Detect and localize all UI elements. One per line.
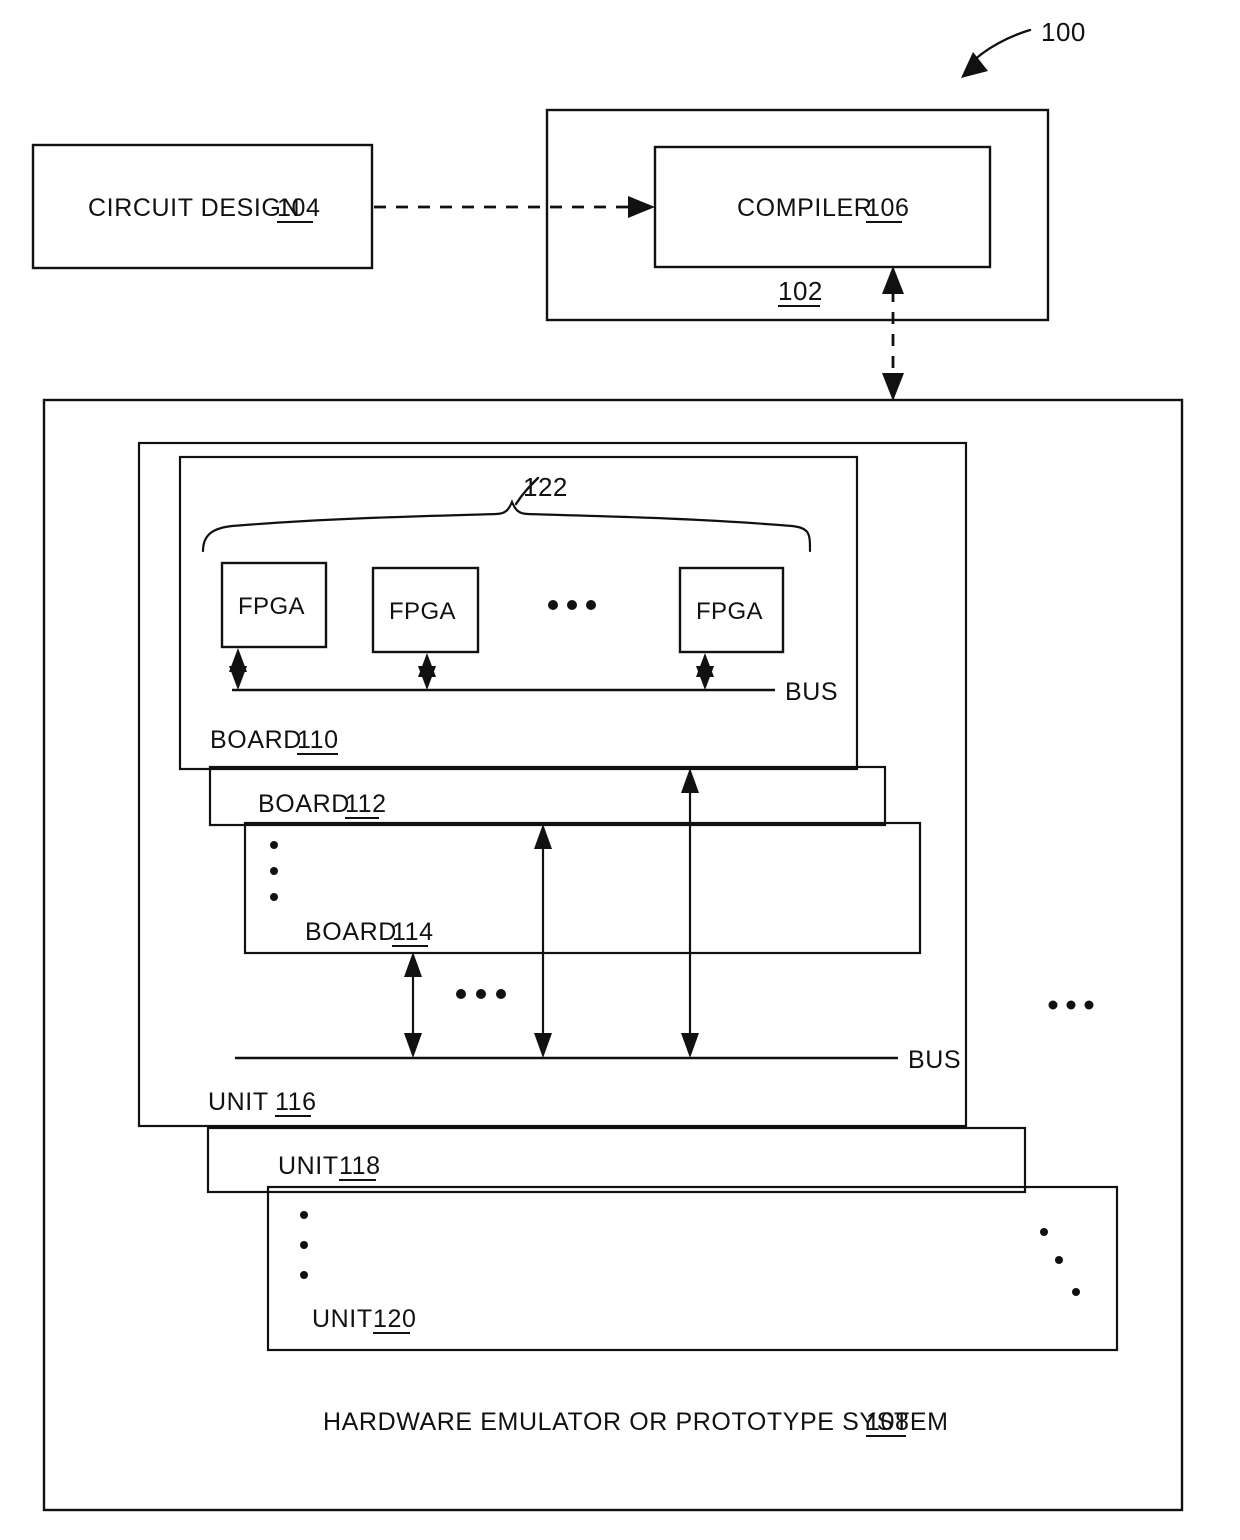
board-114-ref: 114 [392, 918, 434, 946]
compiler-label: COMPILER [737, 194, 872, 222]
fpga-label-1: FPGA [238, 593, 305, 620]
unit-bus-label: BUS [908, 1046, 961, 1074]
unit-116-label: UNIT [208, 1088, 269, 1116]
figure-reference-label: 100 [1041, 17, 1086, 47]
board-112-label: BOARD [258, 790, 350, 818]
unit-stack-ellipsis-dot-2 [1066, 1000, 1076, 1010]
unit-diagonal-ellipsis-dot-2 [1055, 1256, 1063, 1264]
figure-canvas: 100 CIRCUIT DESIGN 104 102 COMPILER 106 [0, 0, 1240, 1540]
fpga-row-ellipsis-dot-3 [586, 600, 596, 610]
unit-diagonal-ellipsis-dot-3 [1072, 1288, 1080, 1296]
unit-120-ref: 120 [373, 1305, 417, 1333]
unit-stack-ellipsis-dot-1 [1048, 1000, 1058, 1010]
figure-reference-100-group: 100 [961, 17, 1086, 78]
board-112-block[interactable]: BOARD 112 [208, 765, 887, 827]
unit-118-block[interactable]: UNIT 118 [206, 1126, 1027, 1194]
fpga-group-brace-path [201, 499, 812, 553]
board-114-bus-arrowhead-down [404, 1033, 422, 1058]
unit-stack-ellipsis [1048, 1000, 1094, 1010]
emulator-system-box[interactable] [42, 398, 1184, 1512]
board-114-bus-connector [404, 952, 422, 1058]
board-column-ellipsis-dot-1 [270, 841, 278, 849]
board-bus: BUS [232, 678, 838, 706]
fpga-group-brace: 122 [201, 472, 812, 553]
emulator-system-label: HARDWARE EMULATOR OR PROTOTYPE SYSTEM [323, 1408, 949, 1436]
fpga-block-3[interactable]: FPGA [678, 566, 785, 690]
unit-diagonal-ellipsis-dot-1 [1040, 1228, 1048, 1236]
circuit-design-block[interactable]: CIRCUIT DESIGN 104 [31, 143, 374, 270]
design-to-compiler-arrowhead [628, 196, 655, 218]
unit-120-label: UNIT [312, 1305, 373, 1333]
host-system-block[interactable]: 102 COMPILER 106 [545, 108, 1050, 322]
fpga-1-arrowhead-down [229, 666, 247, 690]
fpga-block-2[interactable]: FPGA [371, 566, 480, 690]
board-110-ref: 110 [297, 726, 339, 754]
board-110-label: BOARD [210, 726, 302, 754]
board-114-bus-arrowhead-up [404, 952, 422, 977]
compiler-ref: 106 [866, 194, 910, 222]
board-bus-label: BUS [785, 678, 838, 706]
circuit-design-label: CIRCUIT DESIGN [88, 194, 300, 222]
board-114-block[interactable]: BOARD 114 [243, 821, 922, 955]
unit-116-ref: 116 [275, 1088, 317, 1116]
fpga-label-3: FPGA [696, 598, 763, 625]
board-114-label: BOARD [305, 918, 397, 946]
fpga-label-2: FPGA [389, 598, 456, 625]
unit-118-label: UNIT [278, 1152, 339, 1180]
compiler-emulator-link [882, 266, 904, 401]
board-column-ellipsis [270, 841, 278, 901]
fpga-group-ref: 122 [523, 472, 568, 502]
board-row-ellipsis [456, 989, 506, 999]
design-to-compiler-arrow [374, 196, 655, 218]
circuit-design-ref: 104 [277, 194, 321, 222]
board-112-ref: 112 [345, 790, 387, 818]
unit-diagonal-ellipsis [1040, 1228, 1080, 1296]
board-110-bus-arrowhead-up [681, 768, 699, 793]
unit-stack-ellipsis-dot-3 [1084, 1000, 1094, 1010]
unit-column-ellipsis-dot-3 [300, 1271, 308, 1279]
fpga-3-arrowhead-down [696, 666, 714, 690]
figure-reference-arrowhead [961, 52, 988, 78]
host-system-ref: 102 [778, 276, 823, 306]
board-row-ellipsis-dot-1 [456, 989, 466, 999]
unit-column-ellipsis-dot-1 [300, 1211, 308, 1219]
block-diagram-svg: 100 CIRCUIT DESIGN 104 102 COMPILER 106 [31, 17, 1184, 1512]
board-row-ellipsis-dot-3 [496, 989, 506, 999]
unit-column-ellipsis-dot-2 [300, 1241, 308, 1249]
compiler-emulator-arrowhead-down [882, 373, 904, 401]
unit-118-ref: 118 [339, 1152, 381, 1180]
board-column-ellipsis-dot-2 [270, 867, 278, 875]
fpga-block-1[interactable]: FPGA [220, 561, 328, 690]
board-112-bus-arrowhead-up [534, 824, 552, 849]
unit-120-block[interactable]: UNIT 120 [266, 1185, 1119, 1352]
compiler-emulator-arrowhead-up [882, 266, 904, 294]
emulator-system-block[interactable]: HARDWARE EMULATOR OR PROTOTYPE SYSTEM 10… [42, 398, 1184, 1512]
emulator-system-ref: 108 [866, 1408, 910, 1436]
fpga-row-ellipsis-dot-2 [567, 600, 577, 610]
board-row-ellipsis-dot-2 [476, 989, 486, 999]
board-110-bus-arrowhead-down [681, 1033, 699, 1058]
board-110-block[interactable]: BOARD 110 122 FPGA FPGA FPGA BUS [178, 455, 859, 771]
unit-116-box[interactable] [137, 441, 968, 1128]
board-112-bus-connector [534, 824, 552, 1058]
board-column-ellipsis-dot-3 [270, 893, 278, 901]
fpga-row-ellipsis-dot-1 [548, 600, 558, 610]
unit-column-ellipsis [300, 1211, 308, 1279]
fpga-row-ellipsis [548, 600, 596, 610]
unit-116-block[interactable]: UNIT 116 [137, 441, 968, 1128]
fpga-2-arrowhead-down [418, 666, 436, 690]
board-110-bus-connector [681, 768, 699, 1058]
board-112-bus-arrowhead-down [534, 1033, 552, 1058]
